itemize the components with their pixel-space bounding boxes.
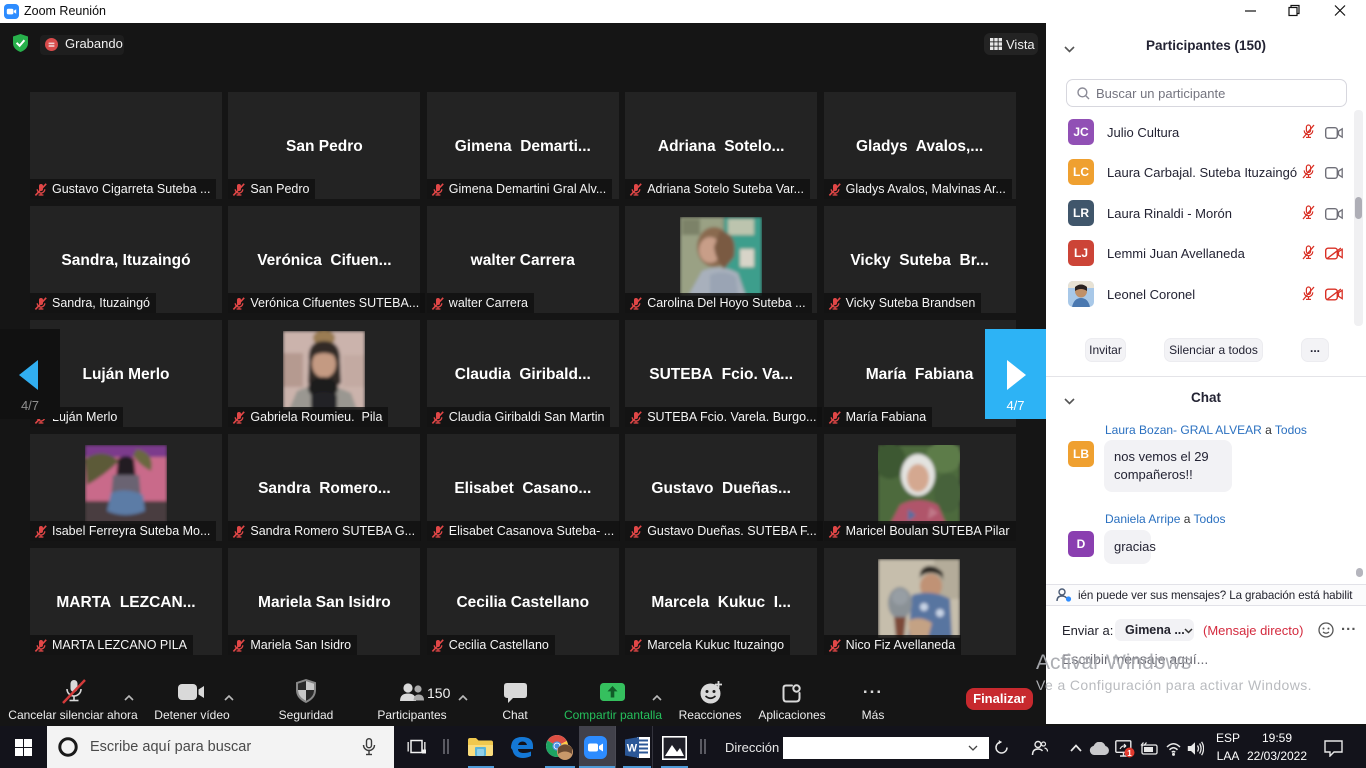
svg-text:1: 1 <box>1127 749 1132 758</box>
svg-text:W: W <box>627 743 638 755</box>
